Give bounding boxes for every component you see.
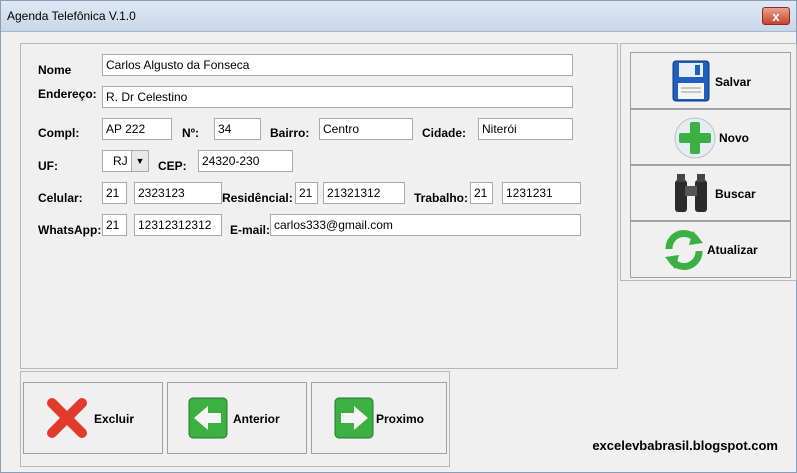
actions-panel: Salvar Novo Buscar Atualizar [620, 43, 797, 281]
window-title: Agenda Telefônica V.1.0 [7, 9, 136, 23]
excluir-button[interactable]: Excluir [23, 382, 163, 454]
novo-button[interactable]: Novo [630, 109, 791, 165]
binoculars-icon [675, 174, 707, 212]
cidade-input[interactable]: Niterói [478, 118, 573, 140]
label-numero: Nº: [182, 126, 200, 140]
arrow-left-icon [188, 397, 228, 439]
uf-value: RJ [113, 154, 128, 168]
chevron-down-icon[interactable]: ▼ [131, 151, 148, 171]
delete-x-icon [47, 398, 87, 438]
bairro-input[interactable]: Centro [319, 118, 413, 140]
buscar-label: Buscar [715, 187, 756, 201]
label-email: E-mail: [230, 223, 271, 237]
cep-input[interactable]: 24320-230 [198, 150, 293, 172]
atualizar-label: Atualizar [707, 243, 758, 257]
plus-icon [674, 117, 716, 159]
label-nome: Nome [38, 63, 72, 77]
app-window: Agenda Telefônica V.1.0 x Nome Carlos Al… [0, 0, 797, 473]
footer-url: excelevbabrasil.blogspot.com [592, 438, 778, 453]
close-icon: x [772, 9, 780, 24]
anterior-button[interactable]: Anterior [167, 382, 307, 454]
arrow-right-icon [334, 397, 374, 439]
refresh-icon [665, 229, 703, 271]
anterior-label: Anterior [233, 412, 280, 426]
endereco-input[interactable]: R. Dr Celestino [102, 86, 573, 108]
salvar-label: Salvar [715, 75, 752, 89]
residencial-ddd-input[interactable]: 21 [295, 182, 318, 204]
label-residencial: Residêncial: [222, 191, 293, 205]
close-button[interactable]: x [762, 7, 790, 25]
novo-label: Novo [719, 131, 749, 145]
compl-input[interactable]: AP 222 [102, 118, 172, 140]
navigation-panel: Excluir Anterior Proximo [20, 371, 450, 467]
email-input[interactable]: carlos333@gmail.com [270, 214, 581, 236]
trabalho-ddd-input[interactable]: 21 [470, 182, 493, 204]
label-whatsapp: WhatsApp: [38, 223, 102, 237]
buscar-button[interactable]: Buscar [630, 165, 791, 221]
form-panel: Nome Carlos Algusto da Fonseca Endereço:… [20, 43, 618, 369]
label-bairro: Bairro: [270, 126, 310, 140]
proximo-label: Proximo [376, 412, 425, 426]
label-cidade: Cidade: [422, 126, 467, 140]
celular-input[interactable]: 2323123 [134, 182, 222, 204]
uf-select[interactable]: RJ ▼ [102, 150, 149, 172]
proximo-button[interactable]: Proximo [311, 382, 447, 454]
label-endereco: Endereço: [38, 87, 97, 101]
label-trabalho: Trabalho: [414, 191, 469, 205]
salvar-button[interactable]: Salvar [630, 52, 791, 109]
label-celular: Celular: [38, 191, 83, 205]
label-compl: Compl: [38, 126, 80, 140]
residencial-input[interactable]: 21321312 [323, 182, 405, 204]
whatsapp-ddd-input[interactable]: 21 [102, 214, 127, 236]
nome-input[interactable]: Carlos Algusto da Fonseca [102, 54, 573, 76]
whatsapp-input[interactable]: 12312312312 [134, 214, 222, 236]
celular-ddd-input[interactable]: 21 [102, 182, 127, 204]
trabalho-input[interactable]: 1231231 [502, 182, 581, 204]
excluir-label: Excluir [94, 412, 135, 426]
title-bar: Agenda Telefônica V.1.0 x [1, 1, 796, 32]
floppy-disk-icon [672, 60, 710, 102]
atualizar-button[interactable]: Atualizar [630, 221, 791, 278]
label-cep: CEP: [158, 159, 187, 173]
numero-input[interactable]: 34 [214, 118, 261, 140]
label-uf: UF: [38, 159, 58, 173]
